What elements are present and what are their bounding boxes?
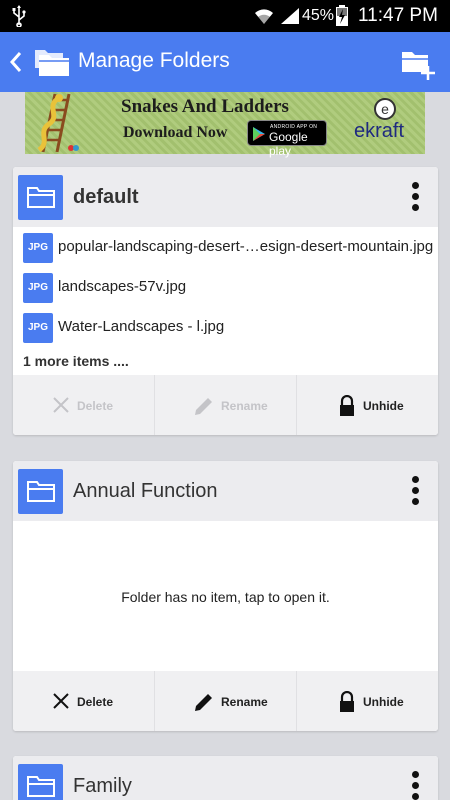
jpg-file-icon: JPG bbox=[23, 313, 53, 343]
ekraft-wordmark: ekraft bbox=[354, 120, 405, 142]
folder-name: Annual Function bbox=[73, 480, 218, 502]
list-item[interactable]: JPG Water-Landscapes - l.jpg bbox=[13, 307, 438, 347]
folder-name: default bbox=[73, 186, 139, 208]
rename-button[interactable]: Rename bbox=[155, 375, 297, 435]
app-bar: Manage Folders bbox=[0, 32, 450, 92]
file-name: popular-landscaping-desert-…esign-desert… bbox=[58, 238, 434, 255]
unhide-button[interactable]: Unhide bbox=[297, 671, 438, 731]
delete-label: Delete bbox=[77, 399, 114, 413]
folder-card-annual-function[interactable]: Annual Function Folder has no item, tap … bbox=[13, 461, 438, 731]
page-title: Manage Folders bbox=[78, 49, 230, 72]
folder-icon bbox=[18, 469, 63, 514]
battery-charging-icon bbox=[336, 5, 348, 26]
unhide-label: Unhide bbox=[363, 399, 404, 413]
google-play-badge[interactable]: ANDROID APP ON Google play bbox=[247, 120, 327, 158]
play-store-icon bbox=[253, 127, 265, 141]
file-name: Water-Landscapes - l.jpg bbox=[58, 318, 225, 335]
list-item[interactable]: JPG popular-landscaping-desert-…esign-de… bbox=[13, 227, 438, 267]
folder-actions: Delete Rename Unhide bbox=[13, 671, 438, 731]
unhide-button[interactable]: Unhide bbox=[297, 375, 438, 435]
rename-button[interactable]: Rename bbox=[155, 671, 297, 731]
rename-label: Rename bbox=[221, 399, 268, 413]
close-icon bbox=[53, 693, 69, 709]
ad-title: Snakes And Ladders bbox=[121, 96, 289, 117]
lock-icon bbox=[340, 691, 354, 712]
folder-header[interactable]: Family bbox=[13, 756, 438, 800]
unhide-label: Unhide bbox=[363, 695, 404, 709]
overflow-menu-icon[interactable] bbox=[398, 461, 438, 521]
ad-cta: Download Now bbox=[123, 124, 228, 141]
status-bar: 45% 11:47 PM bbox=[0, 0, 450, 32]
lock-icon bbox=[340, 395, 354, 416]
jpg-file-icon: JPG bbox=[23, 233, 53, 263]
wifi-icon bbox=[255, 9, 273, 24]
folder-name: Family bbox=[73, 775, 132, 797]
more-items-label[interactable]: 1 more items .... bbox=[13, 347, 438, 375]
snake-ladder-illustration bbox=[37, 93, 79, 153]
add-folder-icon[interactable] bbox=[400, 46, 438, 82]
ad-banner[interactable]: Snakes And Ladders Download Now ANDROID … bbox=[25, 92, 425, 158]
delete-button[interactable]: Delete bbox=[13, 375, 155, 435]
folder-header[interactable]: default bbox=[13, 167, 438, 227]
pencil-icon bbox=[195, 398, 212, 415]
file-name: landscapes-57v.jpg bbox=[58, 278, 187, 295]
folder-icon bbox=[18, 764, 63, 800]
empty-folder-message[interactable]: Folder has no item, tap to open it. bbox=[13, 521, 438, 671]
pencil-icon bbox=[195, 694, 212, 711]
folder-card-default[interactable]: default JPG popular-landscaping-desert-…… bbox=[13, 167, 438, 435]
folder-actions: Delete Rename Unhide bbox=[13, 375, 438, 435]
jpg-file-icon: JPG bbox=[23, 273, 53, 303]
back-chevron-icon[interactable] bbox=[6, 48, 26, 76]
store-big-label: Google play bbox=[269, 130, 308, 158]
folder-card-family[interactable]: Family bbox=[13, 756, 438, 800]
battery-percent: 45% bbox=[302, 7, 335, 24]
overflow-menu-icon[interactable] bbox=[398, 756, 438, 800]
rename-label: Rename bbox=[221, 695, 268, 709]
folders-icon bbox=[35, 50, 69, 76]
folder-header[interactable]: Annual Function bbox=[13, 461, 438, 521]
signal-icon bbox=[281, 8, 299, 24]
clock: 11:47 PM bbox=[358, 5, 438, 26]
usb-icon bbox=[12, 5, 26, 27]
close-icon bbox=[53, 397, 69, 413]
ekraft-logo: e ekraft bbox=[350, 98, 420, 150]
folder-icon bbox=[18, 175, 63, 220]
ekraft-e-mark: e bbox=[374, 98, 396, 120]
delete-button[interactable]: Delete bbox=[13, 671, 155, 731]
delete-label: Delete bbox=[77, 695, 114, 709]
list-item[interactable]: JPG landscapes-57v.jpg bbox=[13, 267, 438, 307]
overflow-menu-icon[interactable] bbox=[398, 167, 438, 227]
